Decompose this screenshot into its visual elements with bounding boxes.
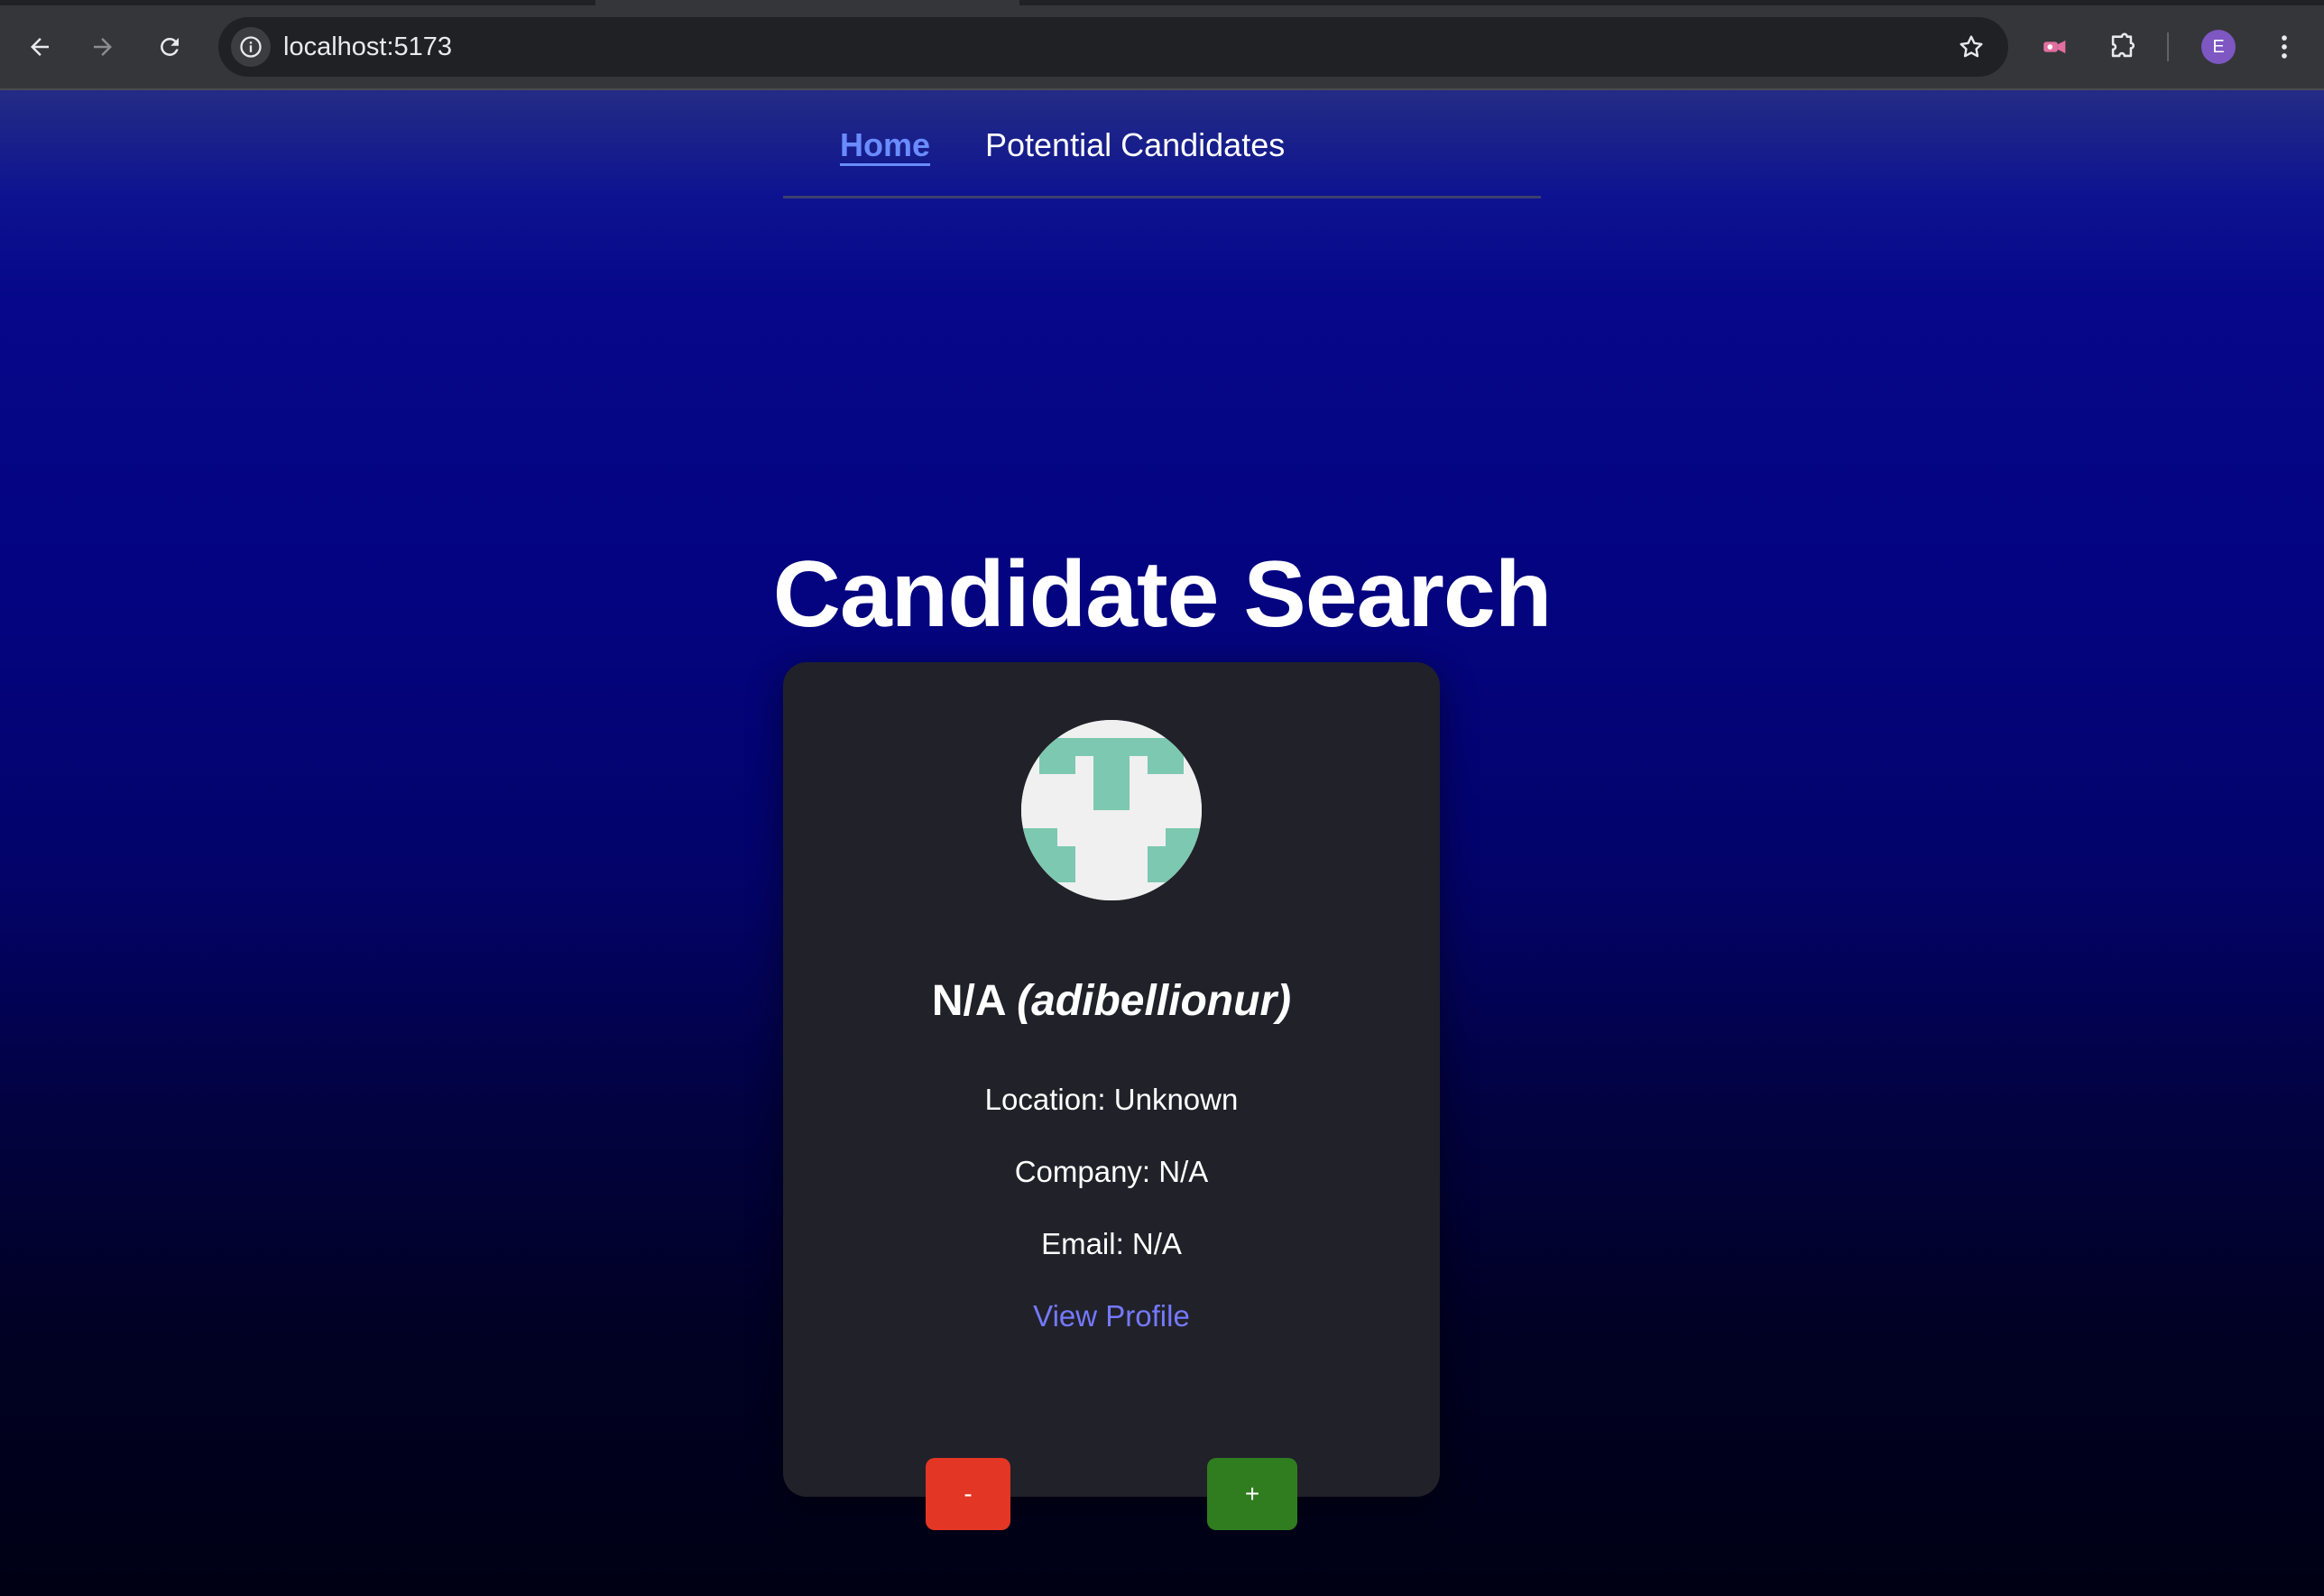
- kebab-menu-icon: [2282, 35, 2287, 59]
- identicon-icon: [1021, 720, 1202, 900]
- view-profile-link[interactable]: View Profile: [783, 1299, 1440, 1333]
- browser-menu-button[interactable]: [2264, 27, 2304, 67]
- reload-icon: [161, 37, 179, 56]
- tab-strip: [0, 0, 2324, 5]
- browser-window: localhost:5173 E Home Potential Candidat…: [0, 0, 2324, 1596]
- puzzle-icon: [2111, 32, 2135, 58]
- profile-avatar[interactable]: E: [2201, 30, 2236, 64]
- url-text[interactable]: localhost:5173: [283, 17, 452, 77]
- nav-link-potential-candidates[interactable]: Potential Candidates: [985, 126, 1285, 164]
- bookmark-button[interactable]: [1952, 28, 1990, 66]
- browser-toolbar: localhost:5173 E: [0, 0, 2324, 90]
- reload-button[interactable]: [150, 27, 189, 67]
- candidate-email: Email: N/A: [1041, 1227, 1182, 1260]
- candidate-card: N/A (adibellionur) Location: Unknown Com…: [783, 662, 1440, 1530]
- extensions-button[interactable]: [2102, 27, 2142, 67]
- back-icon: [31, 38, 49, 56]
- save-candidate-button[interactable]: +: [1207, 1458, 1297, 1530]
- candidate-name: N/A (adibellionur): [783, 976, 1440, 1026]
- star-icon: [1960, 35, 1983, 58]
- active-tab-edge[interactable]: [595, 0, 1019, 5]
- reject-candidate-button[interactable]: -: [926, 1458, 1010, 1530]
- back-button[interactable]: [20, 27, 60, 67]
- page-title: Candidate Search: [772, 541, 1553, 647]
- extension-cast-button[interactable]: [2035, 27, 2075, 67]
- candidate-company: Company: N/A: [1014, 1155, 1209, 1188]
- candidate-display-name: N/A: [931, 977, 1005, 1025]
- nav-link-home[interactable]: Home: [840, 126, 930, 164]
- candidate-avatar: [1021, 720, 1202, 900]
- top-nav: Home Potential Candidates: [783, 90, 1541, 198]
- site-info-icon: [240, 36, 262, 58]
- address-bar[interactable]: localhost:5173: [218, 17, 2008, 77]
- candidate-login: (adibellionur): [1017, 977, 1292, 1025]
- page-body: Home Potential Candidates Candidate Sear…: [0, 90, 2324, 1596]
- extension-cast-icon: [2043, 40, 2066, 54]
- candidate-location: Location: Unknown: [984, 1083, 1239, 1116]
- toolbar-divider: [2167, 32, 2169, 61]
- forward-button[interactable]: [83, 27, 123, 67]
- site-info-button[interactable]: [231, 27, 271, 67]
- forward-icon: [94, 38, 112, 56]
